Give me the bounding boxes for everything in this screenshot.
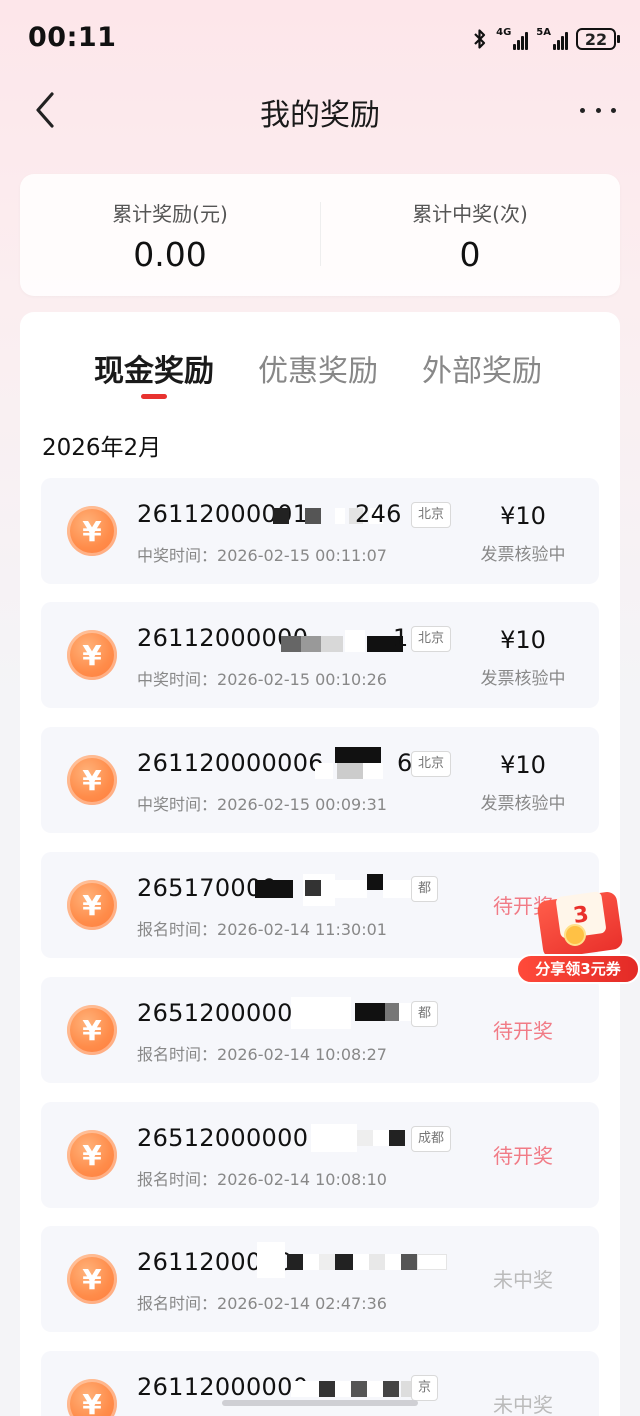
tab-cash-reward[interactable]: 现金奖励 xyxy=(94,346,214,399)
record-number: 2651200000 xyxy=(137,999,293,1027)
yuan-coin-icon: ¥ xyxy=(67,880,117,930)
tab-discount-reward[interactable]: 优惠奖励 xyxy=(258,346,378,390)
yuan-coin-icon: ¥ xyxy=(67,1254,117,1304)
total-reward-label: 累计奖励(元) xyxy=(112,202,228,226)
reward-tabs: 现金奖励 优惠奖励 外部奖励 xyxy=(94,346,542,399)
record-status: 未中奖 xyxy=(493,1393,553,1416)
city-tag: 北京 xyxy=(411,502,452,528)
battery-icon: 22 xyxy=(576,28,620,50)
home-indicator[interactable] xyxy=(222,1400,418,1406)
active-tab-indicator xyxy=(141,394,167,399)
share-coupon-label: 分享领3元券 xyxy=(516,954,640,984)
record-time: 中奖时间：2026-02-15 00:09:31 xyxy=(137,795,387,814)
tab-external-reward[interactable]: 外部奖励 xyxy=(422,346,542,390)
city-tag: 京 xyxy=(411,1375,439,1401)
record-time: 中奖时间：2026-02-15 00:11:07 xyxy=(137,546,387,565)
yuan-coin-icon: ¥ xyxy=(67,630,117,680)
yuan-coin-icon: ¥ xyxy=(67,506,117,556)
record-amount: ¥10 xyxy=(500,502,546,530)
record-time: 报名时间：2026-02-14 10:08:10 xyxy=(137,1170,387,1189)
page-title: 我的奖励 xyxy=(260,98,380,133)
record-amount: ¥10 xyxy=(500,626,546,654)
city-tag: 北京 xyxy=(411,626,452,652)
total-reward: 累计奖励(元) 0.00 xyxy=(20,174,320,296)
more-button[interactable] xyxy=(580,96,616,124)
city-tag: 都 xyxy=(411,876,439,902)
signal-5a-icon: 5A xyxy=(536,28,568,50)
yuan-coin-icon: ¥ xyxy=(67,755,117,805)
reward-record[interactable]: ¥ 261120000006 6 北京 中奖时间：2026-02-15 00:0… xyxy=(41,727,599,833)
record-number-tail: 246 xyxy=(355,500,402,528)
redacted-mosaic xyxy=(291,997,435,1029)
status-bar: 00:11 4G 5A 22 xyxy=(0,0,640,78)
record-time: 报名时间：2026-02-14 02:47:36 xyxy=(137,1294,387,1313)
yuan-coin-icon: ¥ xyxy=(67,1005,117,1055)
reward-record[interactable]: ¥ 2651200000 都 报名时间：2026-02-14 10:08:27 … xyxy=(41,977,599,1083)
record-time: 中奖时间：2026-02-15 00:10:26 xyxy=(137,670,387,689)
record-number: 26512000000 xyxy=(137,1124,309,1152)
record-time: 报名时间：2026-02-14 10:08:27 xyxy=(137,1045,387,1064)
reward-summary-card: 累计奖励(元) 0.00 累计中奖(次) 0 xyxy=(20,174,620,296)
battery-level: 22 xyxy=(584,29,608,49)
record-status: 发票核验中 xyxy=(480,794,566,814)
record-number: 26112000000 xyxy=(137,1373,309,1401)
redacted-mosaic xyxy=(315,747,405,779)
reward-record[interactable]: ¥ 26512000000 成都 报名时间：2026-02-14 10:08:1… xyxy=(41,1102,599,1208)
share-coupon-widget[interactable]: 3 分享领3元券 xyxy=(514,890,640,986)
city-tag: 都 xyxy=(411,1001,439,1027)
yuan-coin-icon: ¥ xyxy=(67,1130,117,1180)
month-header: 2026年2月 xyxy=(42,435,162,461)
signal-4g-icon: 4G xyxy=(496,28,529,50)
city-tag: 成都 xyxy=(411,1126,452,1152)
record-status: 待开奖 xyxy=(493,1019,553,1043)
city-tag: 北京 xyxy=(411,751,452,777)
bluetooth-icon xyxy=(474,29,486,49)
total-wins-label: 累计中奖(次) xyxy=(412,202,528,226)
reward-record[interactable]: ¥ 26112000000 京 未中奖 xyxy=(41,1351,599,1416)
record-status: 发票核验中 xyxy=(480,545,566,565)
status-icons: 4G 5A 22 xyxy=(472,24,620,54)
record-number-tail: 1 xyxy=(393,624,409,652)
reward-record[interactable]: ¥ 26112000000 1 北京 中奖时间：2026-02-15 00:10… xyxy=(41,602,599,708)
record-time: 报名时间：2026-02-14 11:30:01 xyxy=(137,920,387,939)
reward-record[interactable]: ¥ 2611200000 报名时间：2026-02-14 02:47:36 未中… xyxy=(41,1226,599,1332)
status-time: 00:11 xyxy=(28,22,117,53)
gold-coin-icon xyxy=(564,924,586,946)
reward-list-panel: 现金奖励 优惠奖励 外部奖励 2026年2月 ¥ 26112000001 246… xyxy=(20,312,620,1416)
record-number: 261120000006 xyxy=(137,749,324,777)
total-wins: 累计中奖(次) 0 xyxy=(320,174,620,296)
redacted-mosaic xyxy=(257,1242,447,1278)
record-status: 发票核验中 xyxy=(480,669,566,689)
redacted-mosaic xyxy=(311,1124,411,1152)
total-reward-value: 0.00 xyxy=(133,235,207,274)
total-wins-value: 0 xyxy=(459,235,481,274)
record-status: 未中奖 xyxy=(493,1268,553,1292)
reward-record[interactable]: ¥ 26112000001 246 北京 中奖时间：2026-02-15 00:… xyxy=(41,478,599,584)
yuan-coin-icon: ¥ xyxy=(67,1379,117,1416)
record-status: 待开奖 xyxy=(493,1144,553,1168)
record-amount: ¥10 xyxy=(500,751,546,779)
more-horizontal-icon xyxy=(580,107,585,113)
